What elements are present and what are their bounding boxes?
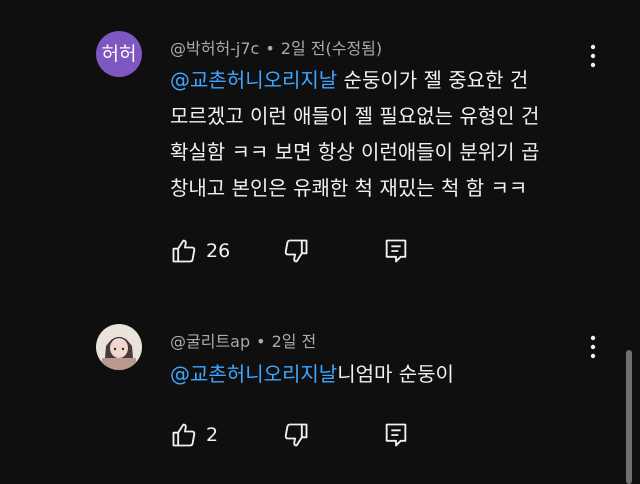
reply-button[interactable] (382, 420, 410, 450)
avatar-park-heoheo[interactable]: 허허 (96, 31, 142, 77)
dislike-button[interactable] (282, 420, 310, 450)
like-count: 2 (206, 424, 219, 446)
separator-dot: • (256, 332, 266, 351)
comment-meta: @굴리트ap • 2일 전 (170, 328, 316, 352)
mention-link[interactable]: @교촌허니오리지날 (170, 68, 337, 92)
comment-text: @교촌허니오리지날니엄마 순둥이 (170, 356, 590, 392)
like-button[interactable]: 2 (170, 420, 218, 450)
more-actions-button[interactable] (583, 41, 603, 71)
thumbs-up-icon (172, 423, 196, 447)
scrollbar-thumb[interactable] (626, 350, 632, 484)
comment-time[interactable]: 2일 전 (272, 332, 317, 351)
like-button[interactable]: 26 (170, 236, 230, 266)
avatar-gullit[interactable] (96, 324, 142, 370)
comment-1: 허허 @박허허-j7c • 2일 전(수정됨) @교촌허니오리지날 순둥이가 젤 중… (0, 0, 640, 290)
comment-text: @교촌허니오리지날 순둥이가 젤 중요한 건 모르겠고 이런 애들이 젤 필요없… (170, 62, 590, 206)
thumbs-up-icon (172, 239, 196, 263)
more-actions-button[interactable] (583, 332, 603, 362)
kebab-menu-icon (590, 44, 596, 68)
author-name[interactable]: @박허허-j7c (170, 39, 259, 58)
reply-comment-icon (385, 239, 407, 263)
separator-dot: • (265, 39, 275, 58)
avatar-image (96, 324, 142, 370)
reply-button[interactable] (382, 236, 410, 266)
mention-link[interactable]: @교촌허니오리지날 (170, 362, 337, 386)
comment-2: @굴리트ap • 2일 전 @교촌허니오리지날니엄마 순둥이 2 (0, 300, 640, 484)
thumbs-down-icon (284, 423, 308, 447)
reply-comment-icon (385, 423, 407, 447)
comment-body: 니엄마 순둥이 (337, 362, 454, 386)
thumbs-down-icon (284, 239, 308, 263)
comment-meta: @박허허-j7c • 2일 전(수정됨) (170, 35, 382, 59)
dislike-button[interactable] (282, 236, 310, 266)
comment-time[interactable]: 2일 전(수정됨) (281, 39, 382, 58)
kebab-menu-icon (590, 335, 596, 359)
like-count: 26 (206, 240, 231, 262)
author-name[interactable]: @굴리트ap (170, 332, 250, 351)
